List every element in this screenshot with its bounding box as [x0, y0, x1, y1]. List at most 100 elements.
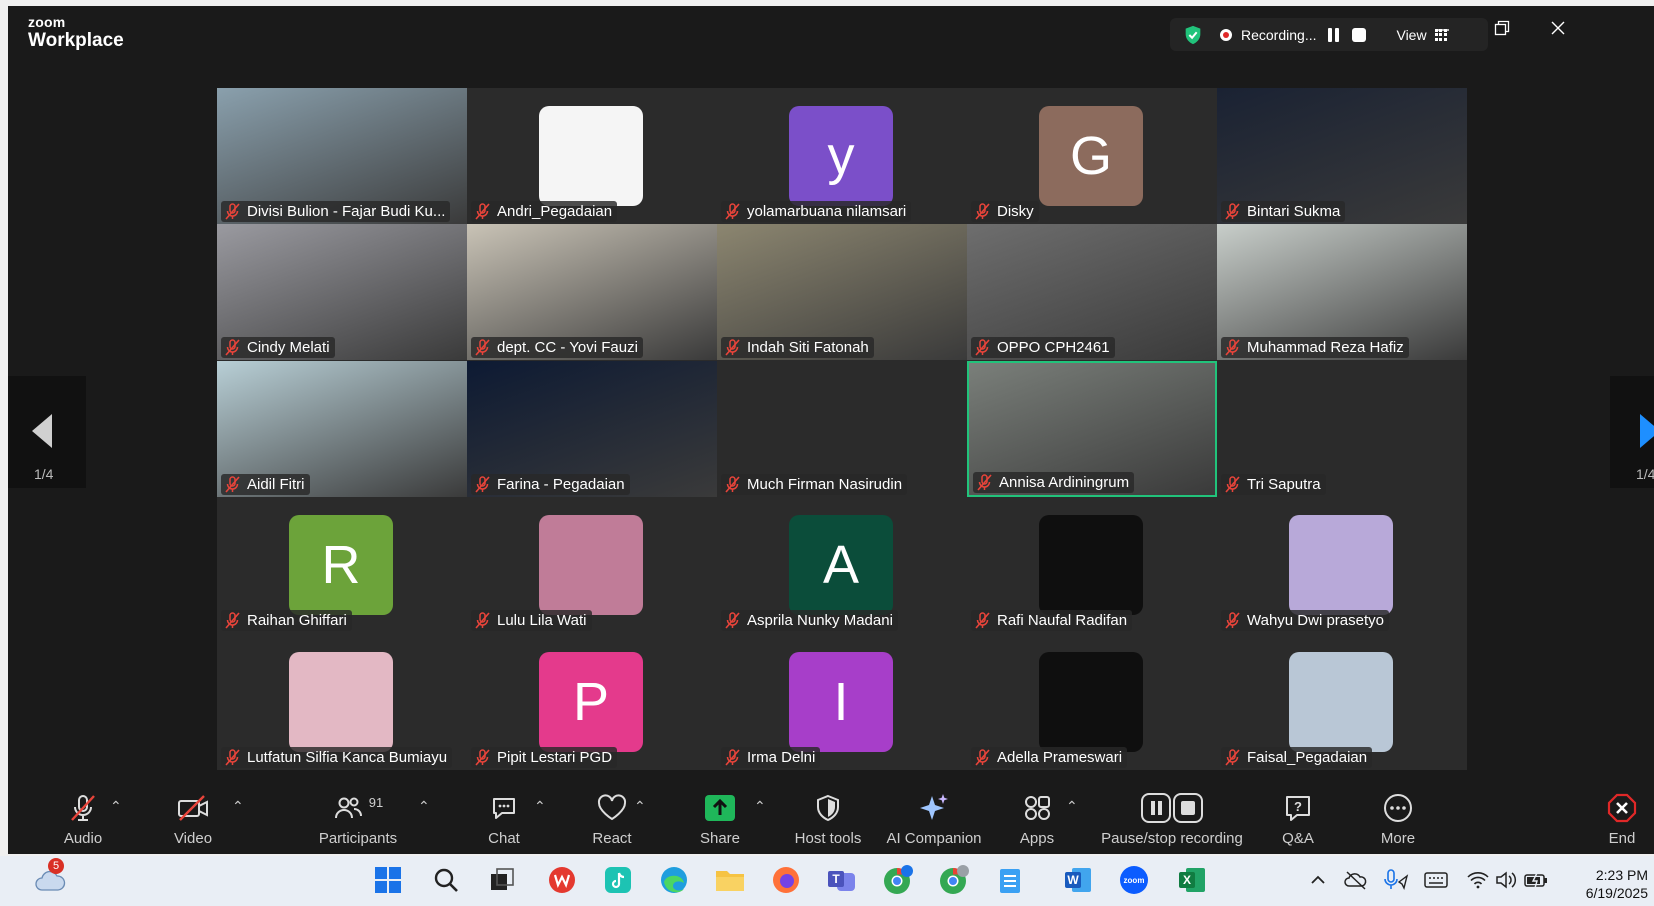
participant-tile[interactable]: Much Firman Nasirudin	[717, 360, 967, 497]
participant-tile[interactable]: Lulu Lila Wati	[467, 497, 717, 634]
participant-tile[interactable]: Faisal_Pegadaian	[1217, 633, 1467, 770]
participant-name-tag: Cindy Melati	[221, 337, 335, 359]
participants-options-caret[interactable]: ⌃	[418, 798, 430, 815]
participant-tile[interactable]: Annisa Ardiningrum	[967, 360, 1217, 497]
microphone-in-use[interactable]	[1380, 864, 1412, 896]
apps-button[interactable]: Apps	[1012, 792, 1062, 847]
audio-options-caret[interactable]: ⌃	[110, 798, 122, 815]
keyboard-layout[interactable]	[1420, 864, 1452, 896]
participant-tile[interactable]: G Disky	[967, 88, 1217, 224]
show-hidden-icons[interactable]	[1302, 864, 1334, 896]
teams-app[interactable]: T	[826, 864, 858, 896]
muted-mic-icon	[725, 612, 740, 629]
participant-name: Adella Prameswari	[997, 748, 1123, 766]
apps-options-caret[interactable]: ⌃	[1066, 798, 1078, 815]
react-options-caret[interactable]: ⌃	[634, 798, 646, 815]
cloud-off-icon	[1344, 871, 1367, 890]
zoom-app[interactable]: zoom	[1118, 864, 1150, 896]
audio-button[interactable]: Audio	[48, 792, 118, 847]
minimize-button[interactable]	[1436, 20, 1450, 41]
participant-tile[interactable]: Divisi Bulion - Fajar Budi Ku...	[217, 88, 467, 224]
participant-tile[interactable]: y yolamarbuana nilamsari	[717, 88, 967, 224]
encryption-shield-icon[interactable]	[1182, 24, 1204, 46]
participant-tile[interactable]: Cindy Melati	[217, 224, 467, 361]
participant-tile[interactable]: Indah Siti Fatonah	[717, 224, 967, 361]
qa-button[interactable]: ? Q&A	[1274, 792, 1322, 847]
participant-tile[interactable]: Rafi Naufal Radifan	[967, 497, 1217, 634]
participant-tile[interactable]: Wahyu Dwi prasetyo	[1217, 497, 1467, 634]
firefox-app[interactable]	[770, 864, 802, 896]
participant-tile[interactable]: A Asprila Nunky Madani	[717, 497, 967, 634]
participant-name-tag: Tri Saputra	[1221, 473, 1326, 495]
minimize-icon	[1437, 29, 1449, 31]
windows-taskbar: 5 T W zoom X 2:23 PM 6/19/2025	[0, 856, 1654, 906]
volume-status[interactable]	[1490, 864, 1522, 896]
participant-tile[interactable]: dept. CC - Yovi Fauzi	[467, 224, 717, 361]
chat-options-caret[interactable]: ⌃	[534, 798, 546, 815]
participant-name-tag: Aidil Fitri	[221, 473, 310, 495]
pause-recording-button[interactable]	[1326, 27, 1340, 42]
view-label: View	[1396, 26, 1427, 43]
word-icon: W	[1065, 868, 1091, 892]
clock-time: 2:23 PM	[1595, 867, 1648, 883]
participant-tile[interactable]: Adella Prameswari	[967, 633, 1217, 770]
next-page-button[interactable]: 1/4	[1610, 376, 1654, 488]
participant-name: Cindy Melati	[247, 339, 330, 357]
muted-microphone-icon	[71, 795, 95, 821]
participant-tile[interactable]: Tri Saputra	[1217, 360, 1467, 497]
participant-tile[interactable]: Aidil Fitri	[217, 360, 467, 497]
stop-recording-button[interactable]	[1352, 27, 1367, 42]
weather-widget[interactable]: 5	[34, 858, 66, 896]
participants-button[interactable]: 91 Participants	[308, 792, 408, 848]
participant-tile[interactable]: Muhammad Reza Hafiz	[1217, 224, 1467, 361]
battery-status[interactable]	[1520, 864, 1552, 896]
end-meeting-button[interactable]: End	[1600, 792, 1644, 847]
excel-app[interactable]: X	[1176, 864, 1208, 896]
edge-browser-app[interactable]	[658, 864, 690, 896]
video-button[interactable]: Video	[158, 792, 228, 847]
participant-tile[interactable]: P Pipit Lestari PGD	[467, 633, 717, 770]
pause-stop-recording-button[interactable]: Pause/stop recording	[1098, 792, 1246, 847]
pause-stop-recording-label: Pause/stop recording	[1101, 830, 1243, 847]
participant-name-tag: Lulu Lila Wati	[471, 610, 592, 632]
participant-tile[interactable]: Farina - Pegadaian	[467, 360, 717, 497]
chat-button[interactable]: Chat	[474, 792, 534, 847]
notepad-app[interactable]	[994, 864, 1026, 896]
search-button[interactable]	[430, 864, 462, 896]
file-explorer-app[interactable]	[714, 864, 746, 896]
participant-tile[interactable]: Bintari Sukma	[1217, 88, 1467, 224]
more-button[interactable]: More	[1372, 792, 1424, 847]
system-clock[interactable]: 2:23 PM 6/19/2025	[1586, 866, 1648, 902]
meeting-toolbar: Audio ⌃ Video ⌃ 91 Participants ⌃ Chat ⌃…	[8, 782, 1654, 854]
share-options-caret[interactable]: ⌃	[754, 798, 766, 815]
participant-avatar: A	[789, 515, 893, 616]
apps-label: Apps	[1019, 830, 1055, 847]
edge-icon	[661, 867, 687, 893]
teams-icon: T	[828, 871, 855, 891]
start-button[interactable]	[372, 864, 404, 896]
previous-page-button[interactable]: 1/4	[8, 376, 86, 488]
participant-avatar: G	[1039, 106, 1143, 206]
ai-companion-button[interactable]: AI Companion	[882, 792, 986, 847]
tiktok-app[interactable]	[602, 864, 634, 896]
participant-tile[interactable]: OPPO CPH2461	[967, 224, 1217, 361]
participant-name: Lutfatun Silfia Kanca Bumiayu	[247, 748, 448, 766]
participant-tile[interactable]: Andri_Pegadaian	[467, 88, 717, 224]
video-options-caret[interactable]: ⌃	[232, 798, 244, 815]
muted-mic-icon	[475, 476, 490, 493]
participant-name-tag: Lutfatun Silfia Kanca Bumiayu	[221, 746, 453, 768]
restore-button[interactable]	[1494, 20, 1510, 41]
participant-tile[interactable]: Lutfatun Silfia Kanca Bumiayu	[217, 633, 467, 770]
onedrive-status[interactable]	[1340, 864, 1372, 896]
chrome-profile-a-app[interactable]	[882, 864, 914, 896]
close-button[interactable]	[1550, 20, 1566, 41]
participant-tile[interactable]: R Raihan Ghiffari	[217, 497, 467, 634]
search-icon	[434, 868, 458, 892]
participant-tile[interactable]: I Irma Delni	[717, 633, 967, 770]
host-tools-button[interactable]: Host tools	[786, 792, 870, 847]
wps-office-app[interactable]	[546, 864, 578, 896]
task-view-button[interactable]	[486, 864, 518, 896]
word-app[interactable]: W	[1062, 864, 1094, 896]
share-button[interactable]: Share	[688, 792, 752, 847]
chrome-profile-b-app[interactable]	[938, 864, 970, 896]
